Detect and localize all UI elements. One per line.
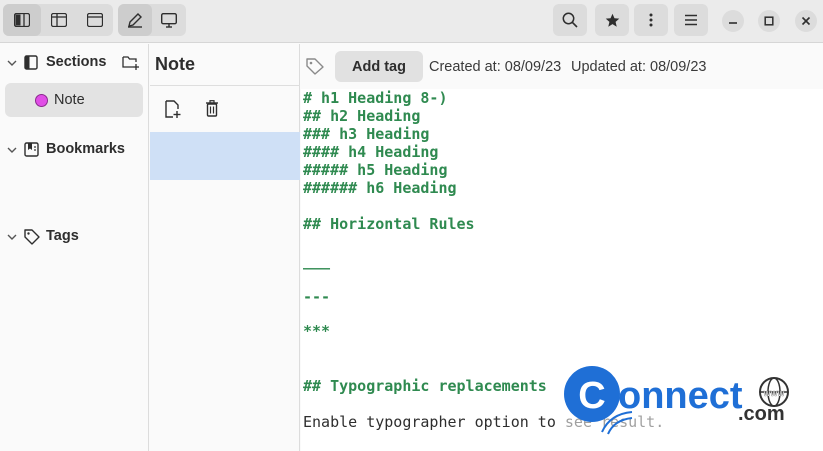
watermark-logo: C onnect www .com: [562, 362, 802, 436]
note-color-dot: [35, 94, 48, 107]
minimize-button[interactable]: [722, 10, 744, 32]
sidebar-half-icon: [51, 13, 67, 27]
note-list-item-selected[interactable]: [150, 132, 300, 180]
pen-icon: [128, 13, 142, 28]
preview-mode-button[interactable]: [152, 4, 186, 36]
maximize-icon: [764, 16, 774, 26]
editor-line: ###### h6 Heading: [303, 179, 457, 197]
sidebar-item-note[interactable]: Note: [5, 83, 143, 117]
new-note-icon[interactable]: [165, 100, 181, 118]
minimize-icon: [729, 22, 737, 24]
add-tag-button[interactable]: Add tag: [335, 51, 423, 82]
hamburger-menu-icon: [685, 14, 697, 26]
main-menu-button[interactable]: [674, 4, 708, 36]
maximize-button[interactable]: [758, 10, 780, 32]
note-list-title: Note: [155, 54, 195, 74]
chevron-down-icon[interactable]: [6, 57, 18, 69]
header-bar: [0, 0, 823, 43]
editor-line: #### h4 Heading: [303, 143, 439, 161]
sidebar-item-note-label: Note: [54, 92, 85, 108]
sidebar-none-icon: [87, 13, 103, 27]
note-list-panel: Note: [150, 44, 300, 451]
created-at-label: Created at: 08/09/23: [429, 59, 562, 75]
watermark-text: onnect: [618, 375, 743, 417]
editor-line: ___: [303, 252, 331, 270]
bookmark-star-button[interactable]: [595, 4, 629, 36]
sidebar-bookmarks-label: Bookmarks: [46, 141, 125, 157]
editor-line: ## Horizontal Rules: [303, 215, 475, 233]
watermark-suffix: .com: [738, 403, 785, 425]
editor-line: # h1 Heading 8-): [303, 89, 448, 107]
watermark-globe-text: www: [762, 388, 785, 398]
chevron-down-icon[interactable]: [6, 231, 18, 243]
chevron-down-icon[interactable]: [6, 144, 18, 156]
sidebar-layout-3-button[interactable]: [77, 4, 113, 36]
sidebar-full-icon: [14, 13, 30, 27]
search-icon: [562, 12, 578, 28]
bookmarks-icon: [24, 142, 39, 157]
sidebar-layout-2-button[interactable]: [41, 4, 77, 36]
monitor-icon: [161, 12, 177, 28]
add-folder-icon[interactable]: [122, 54, 140, 70]
sidebar-section-sections[interactable]: Sections: [0, 51, 149, 75]
editor-line: ---: [303, 288, 331, 306]
trash-icon[interactable]: [205, 100, 219, 117]
kebab-menu-button[interactable]: [634, 4, 668, 36]
editor-line: ***: [303, 322, 331, 340]
kebab-menu-icon: [649, 13, 653, 27]
editor-line: ### h3 Heading: [303, 125, 430, 143]
sidebar-section-tags[interactable]: Tags: [0, 225, 149, 249]
close-icon: [801, 16, 811, 26]
tag-icon: [24, 229, 40, 245]
updated-at-label: Updated at: 08/09/23: [571, 59, 707, 75]
sidebar-sections-label: Sections: [46, 54, 107, 70]
editor-line: ##### h5 Heading: [303, 161, 448, 179]
editor-line: ## Typographic replacements: [303, 377, 547, 395]
watermark-letter: C: [578, 375, 605, 417]
sidebar: Sections Note Bookmarks Tags: [0, 44, 149, 451]
close-button[interactable]: [795, 10, 817, 32]
divider: [150, 85, 300, 86]
editor-line: ## h2 Heading: [303, 107, 421, 125]
sidebar-section-bookmarks[interactable]: Bookmarks: [0, 138, 149, 162]
editor-toolbar: Add tag Created at: 08/09/23 Updated at:…: [301, 44, 823, 89]
sidebar-layout-1-button[interactable]: [3, 4, 41, 36]
notebook-icon: [24, 55, 38, 70]
edit-mode-button[interactable]: [118, 4, 152, 36]
sidebar-tags-label: Tags: [46, 228, 79, 244]
tag-icon: [306, 58, 324, 75]
search-button[interactable]: [553, 4, 587, 36]
star-icon: [605, 13, 619, 27]
